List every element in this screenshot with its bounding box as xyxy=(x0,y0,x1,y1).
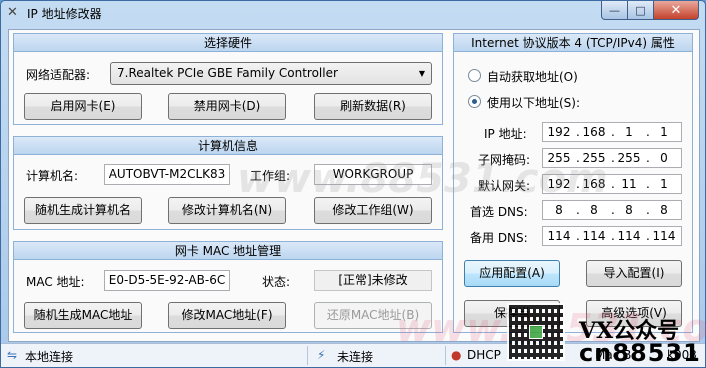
random-computer-name-button[interactable]: 随机生成计算机名 xyxy=(24,197,142,224)
mac-status-label: 状态: xyxy=(262,275,291,289)
radio-manual-label[interactable]: 使用以下地址(S): xyxy=(487,94,580,111)
preferred-dns-input[interactable]: 8. 8. 8. 8 xyxy=(542,200,682,220)
close-button[interactable]: ✕ xyxy=(653,1,699,20)
restore-mac-button[interactable]: 还原MAC地址(B) xyxy=(314,302,432,329)
status-connection: 未连接 xyxy=(337,350,374,364)
dns2-octet-2: 114 xyxy=(582,229,606,243)
info-icon: ● xyxy=(451,348,462,362)
gateway-input[interactable]: 192. 168. 11. 1 xyxy=(542,174,682,194)
ip-octet-4: 1 xyxy=(660,125,668,139)
status-separator xyxy=(307,346,308,365)
dns1-octet-2: 8 xyxy=(590,203,598,217)
gateway-octet-4: 1 xyxy=(660,177,668,191)
change-mac-button[interactable]: 修改MAC地址(F) xyxy=(168,302,286,329)
workgroup-label: 工作组: xyxy=(250,169,291,183)
ip-octet-2: 168 xyxy=(582,125,606,139)
maximize-button[interactable]: □ xyxy=(627,1,654,20)
gateway-octet-2: 168 xyxy=(582,177,606,191)
wrench-screwdriver-icon: ✕ xyxy=(7,5,18,20)
refresh-data-button[interactable]: 刷新数据(R) xyxy=(314,93,432,120)
title-bar[interactable]: ✕ IP 地址修改器 — □ ✕ xyxy=(1,1,705,25)
status-dhcp: DHCP xyxy=(467,348,501,362)
apply-config-button[interactable]: 应用配置(A) xyxy=(464,260,560,287)
chevron-down-icon: ▼ xyxy=(418,69,425,78)
mac-status-field: [正常]未修改 xyxy=(314,270,432,291)
network-icon: ⇋ xyxy=(7,348,18,362)
dns1-octet-4: 8 xyxy=(660,203,668,217)
alternate-dns-label: 备用 DNS: xyxy=(470,231,528,245)
client-area: 选择硬件 网络适配器: 7.Realtek PCIe GBE Family Co… xyxy=(8,29,700,342)
enable-adapter-button[interactable]: 启用网卡(E) xyxy=(24,93,142,120)
adapter-select-value: 7.Realtek PCIe GBE Family Controller xyxy=(117,66,338,80)
computer-name-label: 计算机名: xyxy=(26,169,79,183)
dns2-octet-3: 114 xyxy=(617,229,641,243)
adapter-select[interactable]: 7.Realtek PCIe GBE Family Controller ▼ xyxy=(110,62,432,85)
change-computer-name-button[interactable]: 修改计算机名(N) xyxy=(168,197,286,224)
status-separator xyxy=(445,346,446,365)
plug-icon: ⚡ xyxy=(317,348,326,362)
subnet-mask-label: 子网掩码: xyxy=(478,153,531,167)
qr-code xyxy=(507,303,565,361)
radio-manual-address[interactable] xyxy=(468,95,481,108)
workgroup-field[interactable]: WORKGROUP xyxy=(314,164,432,185)
status-local-connection: 本地连接 xyxy=(25,350,74,364)
dns1-octet-3: 8 xyxy=(625,203,633,217)
mac-address-field[interactable]: E0-D5-5E-92-AB-6C xyxy=(104,270,230,291)
gateway-octet-1: 192 xyxy=(547,177,571,191)
disable-adapter-button[interactable]: 禁用网卡(D) xyxy=(168,93,286,120)
hardware-header: 选择硬件 xyxy=(14,34,442,52)
mask-octet-3: 255 xyxy=(617,151,641,165)
mask-octet-1: 255 xyxy=(547,151,571,165)
mac-address-label: MAC 地址: xyxy=(26,275,85,289)
subnet-mask-input[interactable]: 255. 255. 255. 0 xyxy=(542,148,682,168)
window-title: IP 地址修改器 xyxy=(27,7,102,21)
computer-panel: 计算机信息 计算机名: AUTOBVT-M2CLK83 工作组: WORKGRO… xyxy=(13,136,443,230)
mask-octet-2: 255 xyxy=(582,151,606,165)
random-mac-button[interactable]: 随机生成MAC地址 xyxy=(24,302,142,329)
preferred-dns-label: 首选 DNS: xyxy=(470,205,528,219)
radio-auto-address[interactable] xyxy=(468,69,481,82)
gateway-octet-3: 11 xyxy=(621,177,637,191)
qr-logo xyxy=(529,325,543,339)
ip-octet-1: 192 xyxy=(547,125,571,139)
radio-auto-label[interactable]: 自动获取地址(O) xyxy=(487,68,578,85)
mask-octet-4: 0 xyxy=(660,151,668,165)
dns1-octet-1: 8 xyxy=(555,203,563,217)
ip-octet-3: 1 xyxy=(625,125,633,139)
ip-address-label: IP 地址: xyxy=(484,127,527,141)
account-label: cn88531 xyxy=(579,339,701,367)
mac-header: 网卡 MAC 地址管理 xyxy=(14,242,442,260)
dns2-octet-1: 114 xyxy=(547,229,571,243)
ipv4-panel: Internet 协议版本 4 (TCP/IPv4) 属性 自动获取地址(O) … xyxy=(453,33,693,333)
computer-name-field[interactable]: AUTOBVT-M2CLK83 xyxy=(104,164,230,185)
hardware-panel: 选择硬件 网络适配器: 7.Realtek PCIe GBE Family Co… xyxy=(13,33,443,125)
gateway-label: 默认网关: xyxy=(478,179,531,193)
mac-panel: 网卡 MAC 地址管理 MAC 地址: E0-D5-5E-92-AB-6C 状态… xyxy=(13,241,443,333)
import-config-button[interactable]: 导入配置(I) xyxy=(586,260,682,287)
adapter-label: 网络适配器: xyxy=(26,68,91,82)
ipv4-header: Internet 协议版本 4 (TCP/IPv4) 属性 xyxy=(454,34,692,52)
alternate-dns-input[interactable]: 114. 114. 114. 114 xyxy=(542,226,682,246)
computer-header: 计算机信息 xyxy=(14,137,442,155)
ip-address-input[interactable]: 192. 168. 1. 1 xyxy=(542,122,682,142)
change-workgroup-button[interactable]: 修改工作组(W) xyxy=(314,197,432,224)
app-window: ✕ IP 地址修改器 — □ ✕ 选择硬件 网络适配器: 7.Realtek P… xyxy=(0,0,706,368)
minimize-button[interactable]: — xyxy=(601,1,628,20)
dns2-octet-4: 114 xyxy=(652,229,676,243)
